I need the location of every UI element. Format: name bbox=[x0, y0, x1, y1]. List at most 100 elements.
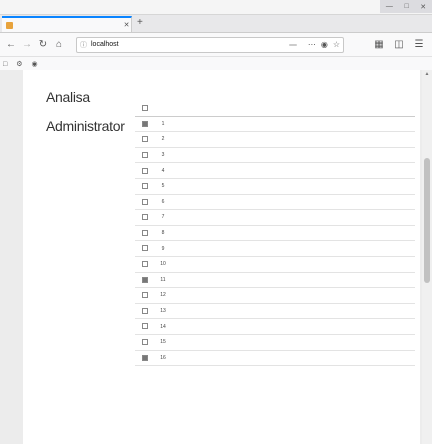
forward-icon[interactable]: → bbox=[20, 38, 34, 52]
row-check-cell bbox=[135, 209, 155, 226]
sidebar-toggle-icon[interactable]: ◫ bbox=[392, 38, 406, 52]
table-row: 10 bbox=[135, 256, 415, 273]
select-all-checkbox[interactable] bbox=[142, 105, 148, 112]
row-number: 14 bbox=[155, 318, 171, 335]
table-row: 3 bbox=[135, 147, 415, 164]
header-no bbox=[155, 101, 171, 117]
table-header-row bbox=[135, 101, 415, 117]
symptom-checkbox[interactable] bbox=[142, 307, 148, 314]
back-icon[interactable]: ← bbox=[4, 38, 18, 52]
row-check-cell bbox=[135, 240, 155, 257]
symptom-checkbox[interactable] bbox=[142, 136, 148, 143]
scrollbar-thumb[interactable] bbox=[424, 158, 430, 283]
row-check-cell bbox=[135, 303, 155, 320]
row-check-cell bbox=[135, 272, 155, 289]
minimize-icon[interactable]: — bbox=[386, 3, 393, 10]
symptom-checkbox[interactable] bbox=[142, 323, 148, 330]
nav-bar: ← → ↻ ⌂ ⓘ localhost ⋯ ◉ ☆ ▦ ◫ ☰ bbox=[0, 33, 432, 57]
symptom-label bbox=[171, 116, 415, 133]
tab-bar: ✕ + bbox=[0, 15, 432, 33]
row-number: 15 bbox=[155, 334, 171, 351]
symptom-checkbox[interactable] bbox=[142, 292, 148, 299]
header-check-cell bbox=[135, 101, 155, 117]
symptom-label bbox=[171, 162, 415, 179]
symptom-panel: 1 2 3 4 5 6 7 8 9 10 11 12 13 14 15 16 bbox=[135, 96, 415, 367]
symptom-checkbox[interactable] bbox=[142, 120, 148, 127]
row-number: 7 bbox=[155, 209, 171, 226]
row-check-cell bbox=[135, 256, 155, 273]
bookmark-star-icon[interactable]: ☆ bbox=[333, 40, 340, 49]
symptom-label bbox=[171, 350, 415, 367]
table-row: 12 bbox=[135, 287, 415, 304]
info-icon[interactable]: ⓘ bbox=[80, 40, 87, 50]
sidebar-heading-administrator: Administrator bbox=[46, 118, 125, 134]
symptom-checkbox[interactable] bbox=[142, 261, 148, 268]
row-check-cell bbox=[135, 318, 155, 335]
close-window-icon[interactable]: ✕ bbox=[420, 3, 426, 11]
symptom-label bbox=[171, 318, 415, 335]
url-host: localhost bbox=[91, 41, 119, 48]
home-icon[interactable]: ⌂ bbox=[52, 38, 66, 52]
row-check-cell bbox=[135, 194, 155, 211]
symptom-label bbox=[171, 225, 415, 242]
row-check-cell bbox=[135, 178, 155, 195]
symptom-checkbox[interactable] bbox=[142, 214, 148, 221]
row-check-cell bbox=[135, 162, 155, 179]
symptom-label bbox=[171, 240, 415, 257]
symptom-checkbox[interactable] bbox=[142, 229, 148, 236]
pocket-icon[interactable]: ◉ bbox=[321, 40, 328, 49]
table-row: 9 bbox=[135, 240, 415, 257]
bookmark-item[interactable]: □ bbox=[3, 61, 9, 68]
close-tab-icon[interactable]: ✕ bbox=[122, 21, 131, 29]
row-number: 4 bbox=[155, 162, 171, 179]
url-bar[interactable]: ⓘ localhost ⋯ ◉ ☆ bbox=[76, 36, 344, 53]
row-number: 12 bbox=[155, 287, 171, 304]
page-scrollbar[interactable]: ▲ bbox=[422, 70, 432, 444]
row-number: 13 bbox=[155, 303, 171, 320]
row-number: 9 bbox=[155, 240, 171, 257]
symptom-label bbox=[171, 147, 415, 164]
more-icon[interactable]: ⋯ bbox=[308, 40, 316, 49]
table-row: 7 bbox=[135, 209, 415, 226]
symptom-checkbox[interactable] bbox=[142, 167, 148, 174]
row-number: 8 bbox=[155, 225, 171, 242]
symptom-checkbox[interactable] bbox=[142, 183, 148, 190]
table-row: 4 bbox=[135, 162, 415, 179]
symptom-label bbox=[171, 334, 415, 351]
symptom-checkbox[interactable] bbox=[142, 198, 148, 205]
symptom-checkbox[interactable] bbox=[142, 354, 148, 361]
row-check-cell bbox=[135, 225, 155, 242]
bookmark-item[interactable]: ⚙ bbox=[16, 60, 24, 68]
maximize-icon[interactable]: □ bbox=[404, 3, 408, 10]
new-tab-icon[interactable]: + bbox=[137, 17, 143, 28]
symptom-checkbox[interactable] bbox=[142, 151, 148, 158]
row-check-cell bbox=[135, 116, 155, 133]
page-icon: □ bbox=[3, 60, 8, 68]
symptom-checkbox[interactable] bbox=[142, 245, 148, 252]
row-number: 1 bbox=[155, 116, 171, 133]
symptom-label bbox=[171, 209, 415, 226]
symptom-checkbox[interactable] bbox=[142, 339, 148, 346]
table-row: 2 bbox=[135, 131, 415, 148]
menu-icon[interactable]: ☰ bbox=[412, 38, 426, 52]
scroll-up-icon[interactable]: ▲ bbox=[422, 70, 432, 79]
symptom-label bbox=[171, 287, 415, 304]
window-controls: — □ ✕ bbox=[380, 0, 432, 13]
library-icon[interactable]: ▦ bbox=[372, 38, 386, 52]
sidebar: Analisa Administrator bbox=[23, 70, 125, 136]
row-number: 2 bbox=[155, 131, 171, 148]
table-row: 14 bbox=[135, 318, 415, 335]
table-row: 11 bbox=[135, 272, 415, 289]
row-check-cell bbox=[135, 287, 155, 304]
page-content: Analisa Administrator 1 2 3 4 5 6 7 8 9 10 11 12 13 1… bbox=[0, 70, 432, 444]
symptom-label bbox=[171, 178, 415, 195]
sidebar-heading-analisa: Analisa bbox=[46, 89, 90, 105]
symptom-checkbox[interactable] bbox=[142, 276, 148, 283]
gear-icon: ⚙ bbox=[16, 61, 23, 68]
table-row: 5 bbox=[135, 178, 415, 195]
reload-icon[interactable]: ↻ bbox=[36, 38, 50, 52]
symptom-label bbox=[171, 194, 415, 211]
browser-tab[interactable]: ✕ bbox=[2, 16, 132, 32]
bookmark-item[interactable]: ◉ bbox=[32, 60, 40, 68]
zoom-level[interactable] bbox=[288, 43, 297, 46]
